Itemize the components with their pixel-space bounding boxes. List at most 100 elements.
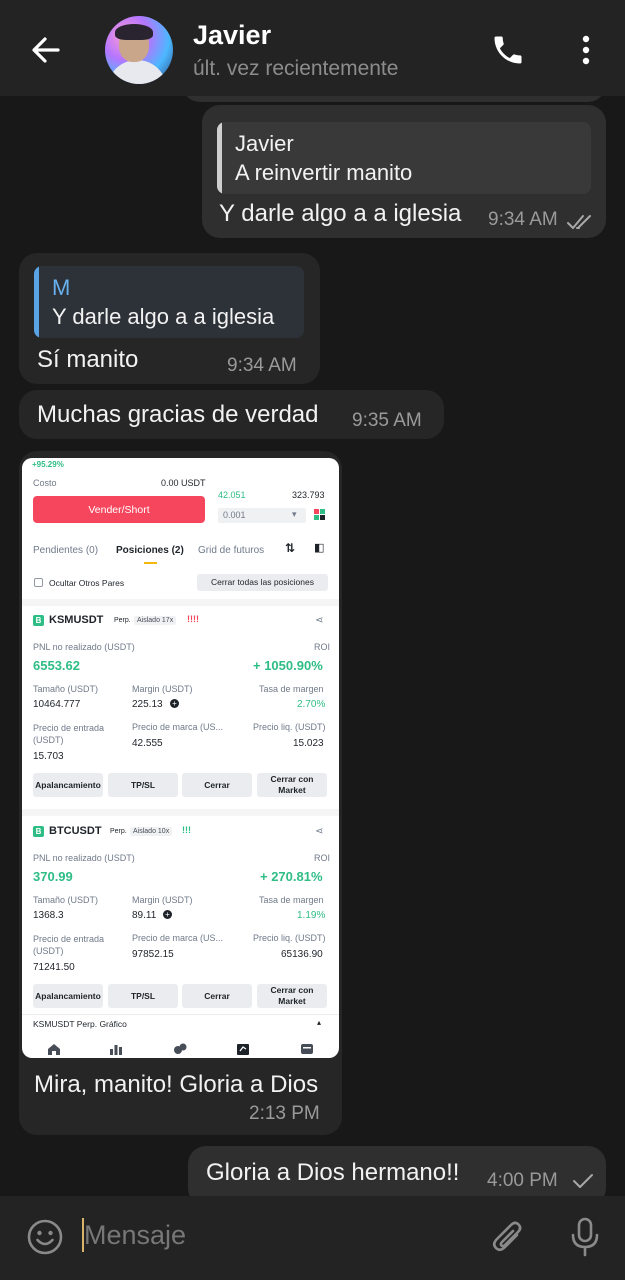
reply-quote[interactable]: M Y darle algo a a iglesia (34, 266, 304, 338)
add-margin-icon[interactable]: + (163, 910, 172, 919)
message-text: Muchas gracias de verdad (37, 401, 319, 428)
photo-caption: Mira, manito! Gloria a Dios (34, 1071, 319, 1098)
attach-icon[interactable] (490, 1218, 526, 1258)
position-symbol[interactable]: BTCUSDT (49, 825, 102, 837)
chat-header: Javier últ. vez recientemente (0, 0, 625, 96)
microphone-icon[interactable] (568, 1216, 602, 1258)
hide-pairs-label: Ocultar Otros Pares (49, 578, 125, 588)
pnl-percent-top: +95.29% (32, 460, 64, 469)
margin-rate-value: 1.19% (297, 910, 326, 921)
close-all-button[interactable]: Cerrar todas las posiciones (197, 574, 328, 591)
price-green: 42.051 (218, 490, 246, 500)
close-button[interactable]: Cerrar (182, 773, 252, 797)
message-bubble-incoming[interactable]: M Y darle algo a a iglesia Sí manito 9:3… (19, 253, 320, 384)
entry-value: 15.703 (33, 751, 64, 762)
message-input[interactable]: Mensaje (84, 1220, 186, 1251)
position-mode: Aislado 17x (134, 616, 177, 625)
share-icon[interactable]: ⋖ (315, 826, 323, 837)
avatar[interactable] (105, 16, 173, 84)
trading-screenshot-image[interactable]: +95.29% Costo 0.00 USDT 42.051 323.793 V… (22, 458, 339, 1058)
home-icon[interactable] (47, 1043, 61, 1055)
quote-text: Y darle algo a a iglesia (52, 304, 275, 329)
close-button[interactable]: Cerrar (182, 984, 252, 1008)
position-mode: Aislado 10x (130, 827, 173, 836)
mark-value: 42.555 (132, 738, 163, 749)
add-margin-icon[interactable]: + (170, 699, 179, 708)
liq-label: Precio liq. (USDT) (253, 933, 326, 943)
tab-underline (144, 562, 157, 564)
divider (22, 809, 339, 816)
message-bubble-outgoing[interactable]: Gloria a Dios hermano!! 4:00 PM (188, 1146, 606, 1196)
reply-quote[interactable]: Javier A reinvertir manito (217, 122, 591, 194)
sell-short-button[interactable]: Vender/Short (33, 496, 205, 523)
close-market-button[interactable]: Cerrar con Market (257, 984, 327, 1008)
quantity-select[interactable]: 0.001 ▾ (218, 508, 306, 523)
tab-posiciones[interactable]: Posiciones (2) (116, 545, 184, 556)
liq-label: Precio liq. (USDT) (253, 722, 326, 732)
cost-label: Costo (33, 478, 57, 488)
mark-value: 97852.15 (132, 949, 174, 960)
more-options-icon[interactable] (574, 32, 598, 68)
pnl-value: 6553.62 (33, 658, 80, 673)
divider (22, 1014, 339, 1015)
mark-label: Precio de marca (US... (132, 722, 224, 732)
message-bubble-incoming[interactable]: Muchas gracias de verdad 9:35 AM (19, 390, 444, 439)
tab-pendientes[interactable]: Pendientes (0) (33, 545, 98, 556)
tpsl-button[interactable]: TP/SL (108, 773, 178, 797)
markets-icon[interactable] (109, 1043, 123, 1055)
back-arrow-icon[interactable] (26, 30, 66, 70)
chart-row-label[interactable]: KSMUSDT Perp. Gráfico (33, 1019, 127, 1029)
entry-label: Precio de entrada (USDT) (33, 723, 105, 745)
sort-icon[interactable]: ⇅ (285, 541, 295, 555)
message-bubble-outgoing[interactable]: Javier A reinvertir manito Y darle algo … (202, 105, 606, 238)
position-perp: Perp. (110, 828, 127, 835)
message-text: Gloria a Dios hermano!! (206, 1159, 460, 1186)
position-symbol[interactable]: KSMUSDT (49, 614, 103, 626)
last-seen-status: últ. vez recientemente (193, 57, 399, 80)
message-text: Sí manito (37, 346, 139, 373)
position-badge: B (33, 826, 44, 837)
liq-value: 15.023 (293, 738, 324, 749)
leverage-button[interactable]: Apalancamiento (33, 773, 103, 797)
tpsl-button[interactable]: TP/SL (108, 984, 178, 1008)
divider (22, 599, 339, 606)
message-time: 9:35 AM (352, 410, 422, 431)
size-label: Tamaño (USDT) (33, 895, 99, 905)
message-input-bar: Mensaje (0, 1196, 625, 1280)
chevron-up-icon[interactable]: ▴ (317, 1018, 321, 1027)
share-icon[interactable]: ⋖ (315, 615, 323, 626)
position-flag: !!!! (187, 614, 199, 624)
leverage-button[interactable]: Apalancamiento (33, 984, 103, 1008)
margin-rate-value: 2.70% (297, 699, 326, 710)
futures-icon[interactable] (236, 1043, 250, 1055)
margin-value: 89.11 (132, 910, 157, 921)
single-check-icon (573, 1174, 593, 1188)
orderbook-icon[interactable] (314, 509, 325, 520)
mark-label: Precio de marca (US... (132, 933, 224, 943)
chevron-down-icon: ▾ (292, 509, 297, 519)
roi-value: + 1050.90% (253, 658, 323, 673)
price-right: 323.793 (292, 490, 325, 500)
message-time: 9:34 AM (488, 209, 558, 230)
margin-rate-label: Tasa de margen (259, 684, 324, 694)
message-time: 2:13 PM (249, 1103, 320, 1124)
contact-name[interactable]: Javier (193, 20, 271, 51)
quote-author: M (52, 275, 71, 300)
size-value: 10464.777 (33, 699, 81, 710)
size-value: 1368.3 (33, 910, 64, 921)
margin-value: 225.13 (132, 699, 163, 710)
message-time: 4:00 PM (487, 1170, 558, 1191)
position-badge: B (33, 615, 44, 626)
roi-value: + 270.81% (260, 869, 323, 884)
tab-grid[interactable]: Grid de futuros (198, 545, 264, 556)
hide-pairs-checkbox[interactable] (34, 578, 43, 587)
close-market-button[interactable]: Cerrar con Market (257, 773, 327, 797)
wallet-icon[interactable] (300, 1043, 314, 1055)
quantity-value: 0.001 (223, 510, 246, 520)
trade-icon[interactable] (173, 1043, 187, 1055)
history-icon[interactable]: ◧ (314, 541, 324, 554)
emoji-icon[interactable] (26, 1218, 64, 1256)
entry-value: 71241.50 (33, 962, 75, 973)
phone-call-icon[interactable] (490, 32, 526, 68)
entry-label: Precio de entrada (USDT) (33, 934, 105, 956)
